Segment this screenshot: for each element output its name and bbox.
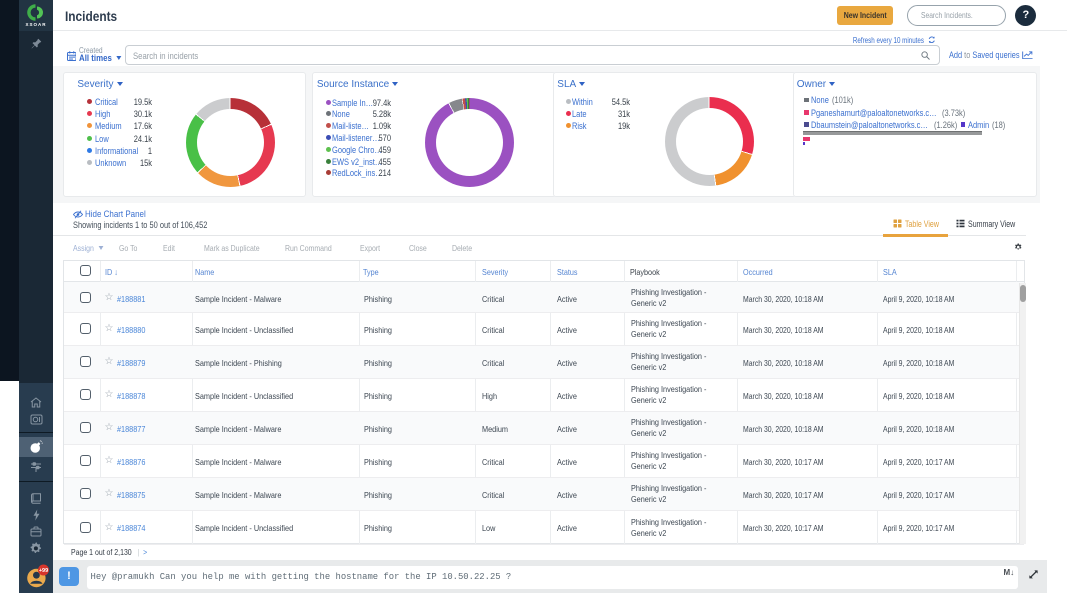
svg-text:+99: +99: [39, 568, 48, 574]
